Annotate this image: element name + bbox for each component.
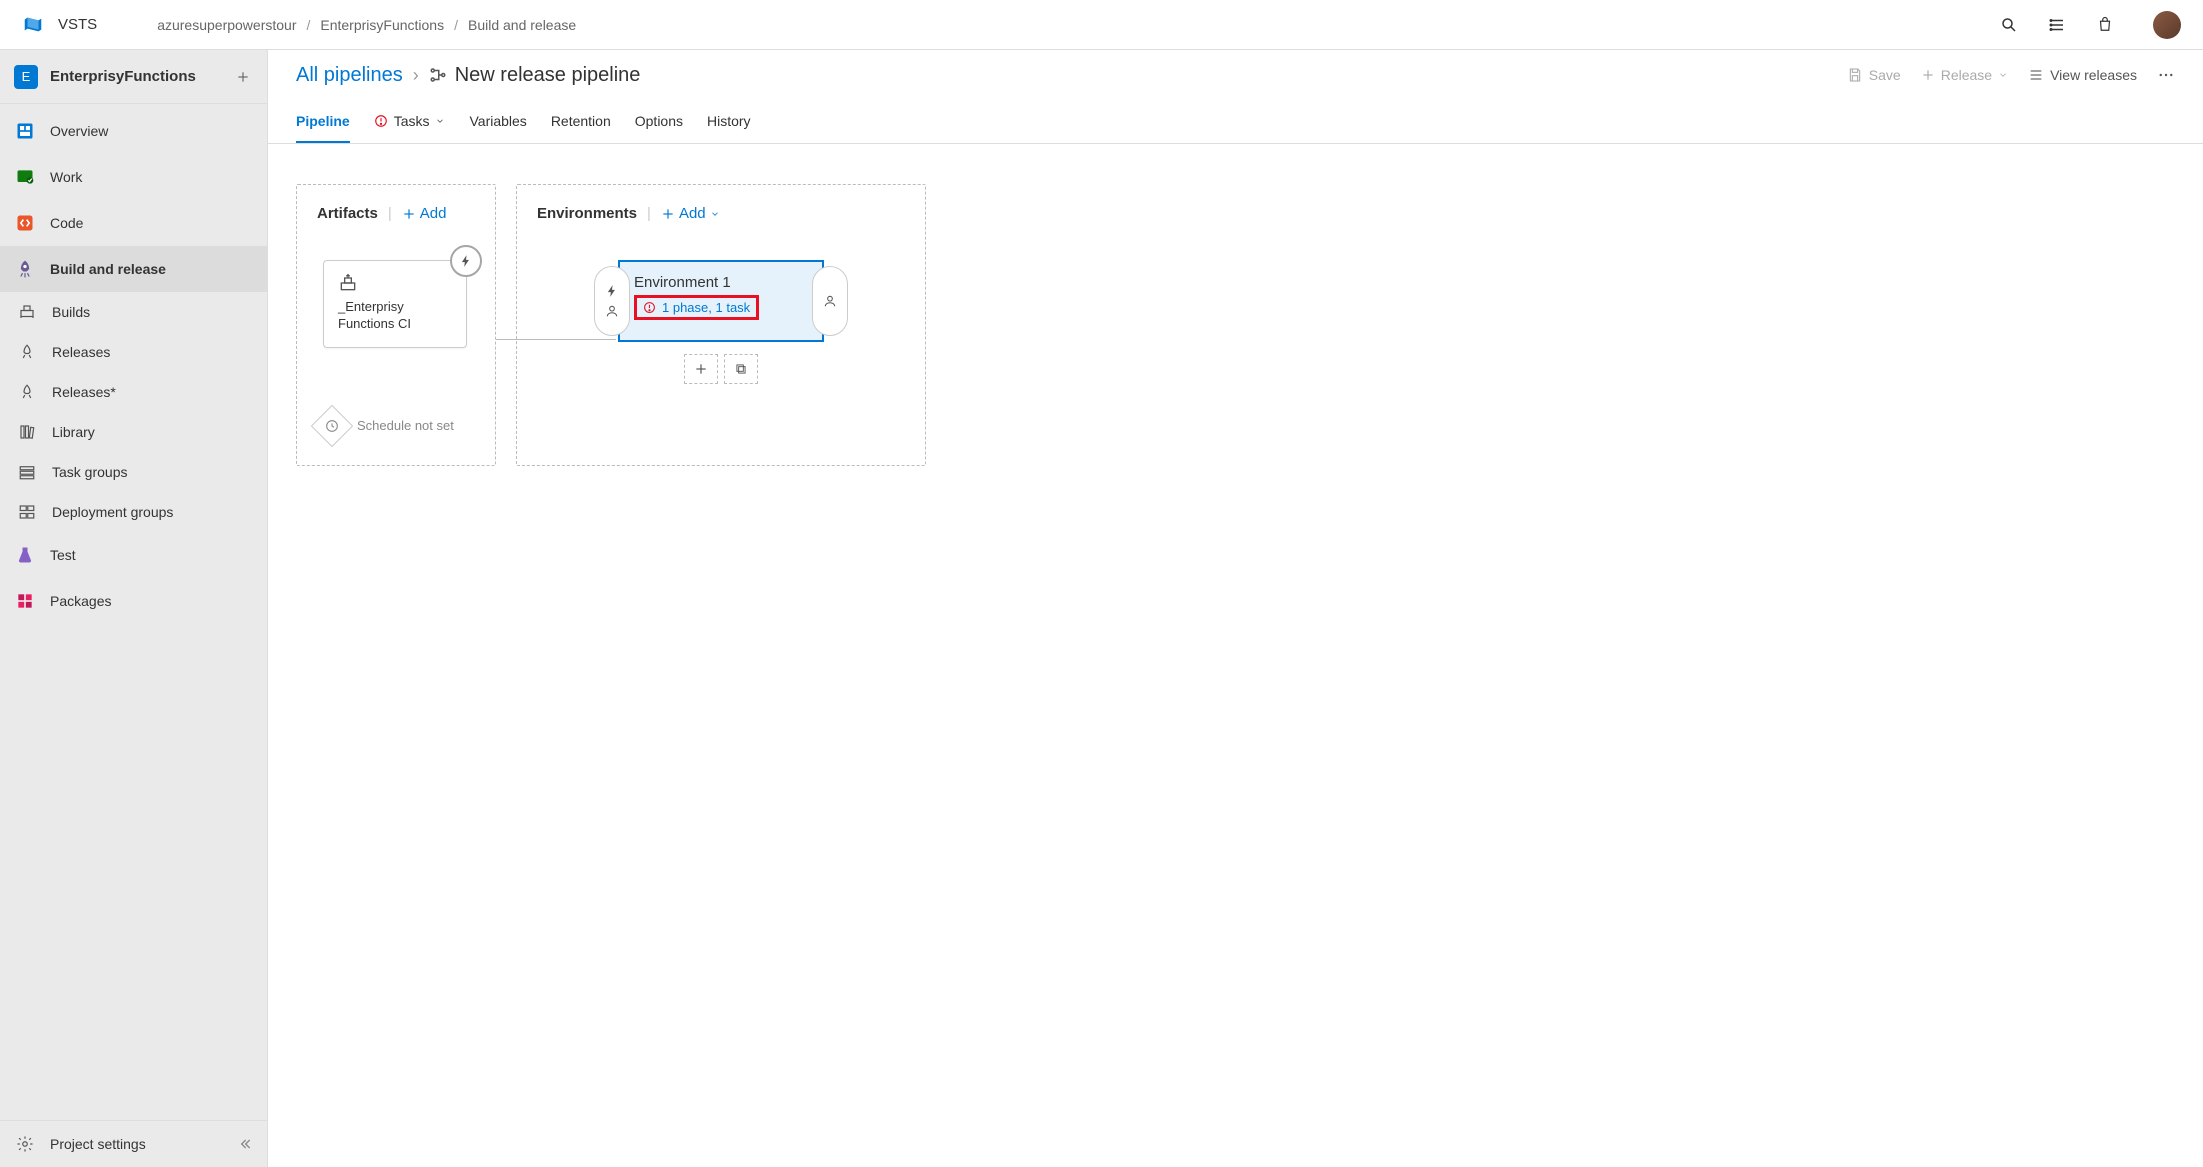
breadcrumb-hub[interactable]: Build and release	[468, 17, 576, 33]
packages-icon	[14, 590, 36, 612]
nav-label: Builds	[52, 304, 90, 320]
error-icon	[374, 114, 388, 128]
nav-code[interactable]: Code	[0, 200, 267, 246]
subnav-builds[interactable]: Builds	[0, 292, 267, 332]
breadcrumb: azuresuperpowerstour / EnterprisyFunctio…	[157, 17, 576, 33]
project-badge: E	[14, 65, 38, 89]
tab-tasks[interactable]: Tasks	[374, 100, 446, 143]
tab-history[interactable]: History	[707, 100, 751, 143]
more-icon[interactable]	[2157, 66, 2175, 84]
test-icon	[14, 544, 36, 566]
artifacts-title: Artifacts	[317, 205, 378, 222]
nav-work[interactable]: Work	[0, 154, 267, 200]
pipeline-icon	[429, 66, 447, 84]
library-icon	[16, 421, 38, 443]
subnav-library[interactable]: Library	[0, 412, 267, 452]
clock-icon	[311, 405, 353, 447]
tab-options[interactable]: Options	[635, 100, 683, 143]
tab-retention[interactable]: Retention	[551, 100, 611, 143]
add-environment-inline-button[interactable]	[684, 354, 718, 384]
artifacts-column: Artifacts | Add _Ente	[296, 184, 496, 466]
nav-label: Build and release	[50, 261, 166, 277]
breadcrumb-account[interactable]: azuresuperpowerstour	[157, 17, 296, 33]
artifact-name: _Enterprisy Functions CI	[338, 299, 452, 333]
chevron-right-icon: ›	[413, 65, 419, 86]
nav-build-release[interactable]: Build and release	[0, 246, 267, 292]
nav-label: Project settings	[50, 1136, 146, 1152]
filter-list-icon[interactable]	[2047, 15, 2067, 35]
work-icon	[14, 166, 36, 188]
nav-label: Task groups	[52, 464, 127, 480]
rocket-icon	[14, 258, 36, 280]
pre-deployment-conditions[interactable]	[594, 266, 630, 336]
add-artifact-button[interactable]: Add	[402, 205, 447, 222]
artifact-build-icon	[338, 273, 452, 293]
nav-label: Library	[52, 424, 95, 440]
environments-title: Environments	[537, 205, 637, 222]
nav-label: Test	[50, 547, 76, 563]
subnav-task-groups[interactable]: Task groups	[0, 452, 267, 492]
dashboard-icon	[14, 120, 36, 142]
plus-icon[interactable]	[233, 67, 253, 87]
nav-label: Deployment groups	[52, 504, 173, 520]
tab-variables[interactable]: Variables	[469, 100, 526, 143]
nav-test[interactable]: Test	[0, 532, 267, 578]
release-button: Release	[1921, 67, 2008, 83]
nav-label: Releases	[52, 344, 110, 360]
product-name: VSTS	[58, 16, 97, 33]
environment-name: Environment 1	[634, 274, 808, 291]
subnav-releases-star[interactable]: Releases*	[0, 372, 267, 412]
view-releases-button[interactable]: View releases	[2028, 67, 2137, 83]
project-name[interactable]: EnterprisyFunctions	[50, 68, 233, 85]
page-title: New release pipeline	[455, 64, 641, 87]
subnav-deployment-groups[interactable]: Deployment groups	[0, 492, 267, 532]
trigger-icon[interactable]	[450, 245, 482, 277]
nav-label: Overview	[50, 123, 108, 139]
collapse-icon[interactable]	[237, 1136, 253, 1152]
releases-icon	[16, 381, 38, 403]
schedule-row[interactable]: Schedule not set	[317, 411, 475, 441]
nav-packages[interactable]: Packages	[0, 578, 267, 624]
avatar[interactable]	[2153, 11, 2181, 39]
nav-overview[interactable]: Overview	[0, 108, 267, 154]
tab-pipeline[interactable]: Pipeline	[296, 100, 350, 143]
environment-card[interactable]: Environment 1 1 phase, 1 task	[618, 260, 824, 342]
subnav-releases[interactable]: Releases	[0, 332, 267, 372]
nav-label: Code	[50, 215, 83, 231]
releases-icon	[16, 341, 38, 363]
gear-icon	[14, 1133, 36, 1155]
nav-project-settings[interactable]: Project settings	[0, 1121, 267, 1167]
environments-column: Environments | Add	[516, 184, 926, 466]
environment-tasks-link[interactable]: 1 phase, 1 task	[634, 295, 759, 320]
builds-icon	[16, 301, 38, 323]
clone-environment-button[interactable]	[724, 354, 758, 384]
vsts-logo-icon	[22, 14, 44, 36]
nav-label: Packages	[50, 593, 111, 609]
nav-label: Releases*	[52, 384, 116, 400]
all-pipelines-link[interactable]: All pipelines	[296, 64, 403, 87]
add-environment-button[interactable]: Add	[661, 205, 720, 222]
marketplace-icon[interactable]	[2095, 15, 2115, 35]
deployment-groups-icon	[16, 501, 38, 523]
save-button: Save	[1847, 67, 1901, 83]
nav-label: Work	[50, 169, 82, 185]
search-icon[interactable]	[1999, 15, 2019, 35]
task-groups-icon	[16, 461, 38, 483]
artifact-card[interactable]: _Enterprisy Functions CI	[323, 260, 467, 348]
breadcrumb-project[interactable]: EnterprisyFunctions	[320, 17, 444, 33]
post-deployment-conditions[interactable]	[812, 266, 848, 336]
code-icon	[14, 212, 36, 234]
